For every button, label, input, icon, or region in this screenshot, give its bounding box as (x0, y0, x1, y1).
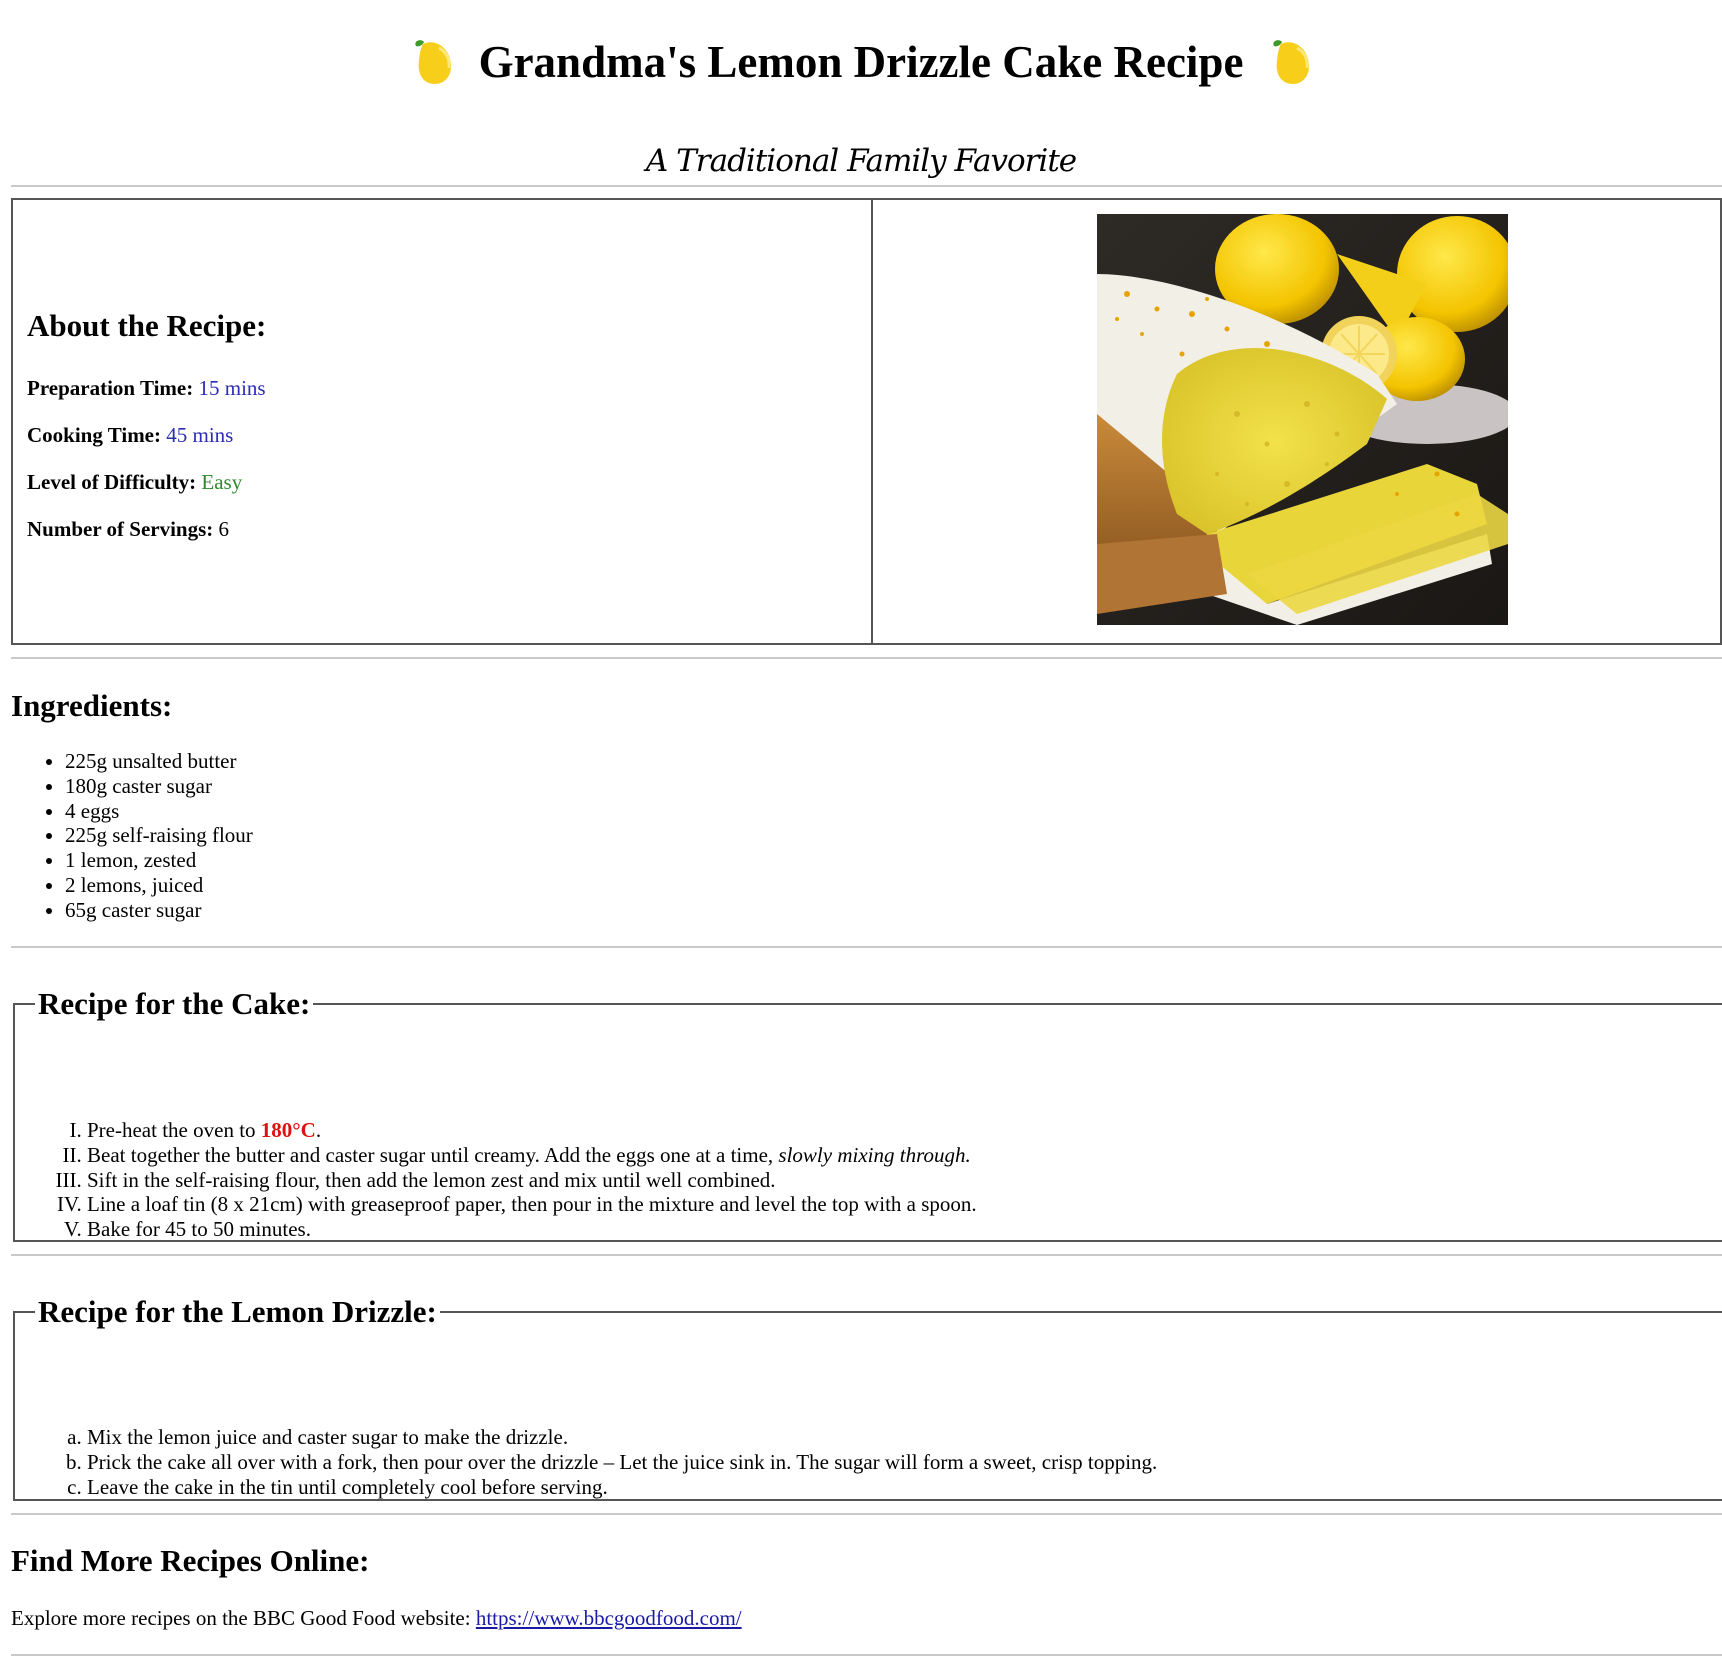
drizzle-recipe-legend: Recipe for the Lemon Drizzle: (38, 1294, 437, 1329)
cake-steps-list: Pre-heat the oven to 180°C. Beat togethe… (15, 1118, 977, 1242)
cake-photo (1097, 214, 1508, 625)
ingredient-item: 1 lemon, zested (65, 848, 253, 873)
prep-time: Preparation Time: 15 mins (27, 376, 266, 401)
divider (11, 1254, 1722, 1256)
servings-label: Number of Servings: (27, 517, 214, 541)
cake-step: Bake for 45 to 50 minutes. (87, 1217, 977, 1242)
prep-time-value: 15 mins (198, 376, 266, 400)
cake-step: Pre-heat the oven to 180°C. (87, 1118, 977, 1143)
ingredient-item: 4 eggs (65, 799, 253, 824)
page: Grandma's Lemon Drizzle Cake Recipe A Tr… (11, 0, 1722, 1656)
page-title: Grandma's Lemon Drizzle Cake Recipe (0, 0, 1722, 92)
page-header: Grandma's Lemon Drizzle Cake Recipe A Tr… (0, 0, 1722, 183)
recipe-info-table: About the Recipe: Preparation Time: 15 m… (11, 198, 1722, 645)
page-subtitle: A Traditional Family Favorite (645, 143, 1077, 179)
ingredient-item: 225g unsalted butter (65, 749, 253, 774)
divider (11, 1654, 1722, 1656)
difficulty-label: Level of Difficulty: (27, 470, 197, 494)
footer-text-label: Explore more recipes on the BBC Good Foo… (11, 1606, 476, 1630)
cake-step-emphasis: slowly mixing through. (778, 1142, 971, 1167)
cook-time-label: Cooking Time: (27, 423, 161, 447)
cake-recipe-box: Recipe for the Cake: Pre-heat the oven t… (13, 986, 1722, 1242)
difficulty-value: Easy (201, 470, 243, 494)
cake-step: Sift in the self-raising flour, then add… (87, 1168, 977, 1193)
bbc-good-food-link[interactable]: https://www.bbcgoodfood.com/ (476, 1606, 742, 1630)
drizzle-steps-list: Mix the lemon juice and caster sugar to … (15, 1425, 1157, 1499)
drizzle-step: Leave the cake in the tin until complete… (87, 1475, 1157, 1500)
cake-step-text: . (315, 1118, 322, 1142)
lemon-icon (1273, 40, 1310, 84)
cook-time: Cooking Time: 45 mins (27, 423, 233, 448)
divider (11, 946, 1722, 948)
footer-text: Explore more recipes on the BBC Good Foo… (11, 1606, 742, 1631)
prep-time-label: Preparation Time: (27, 376, 194, 400)
oven-temperature: 180°C (260, 1118, 316, 1142)
cake-step: Beat together the butter and caster suga… (87, 1143, 977, 1168)
drizzle-step: Mix the lemon juice and caster sugar to … (87, 1425, 1157, 1450)
cake-step-text: Beat together the butter and caster suga… (87, 1142, 779, 1167)
drizzle-recipe-box: Recipe for the Lemon Drizzle: Mix the le… (13, 1294, 1722, 1501)
cake-recipe-legend: Recipe for the Cake: (38, 986, 311, 1021)
drizzle-step: Prick the cake all over with a fork, the… (87, 1450, 1157, 1475)
ingredients-list: 225g unsalted butter 180g caster sugar 4… (11, 749, 253, 923)
find-more-heading: Find More Recipes Online: (11, 1543, 370, 1578)
lemon-icon (414, 40, 451, 84)
cook-time-value: 45 mins (166, 423, 234, 447)
divider (11, 657, 1722, 659)
ingredient-item: 225g self-raising flour (65, 823, 253, 848)
ingredient-item: 2 lemons, juiced (65, 873, 253, 898)
servings-value: 6 (218, 517, 230, 541)
divider (11, 1513, 1722, 1515)
recipe-photo-cell (873, 200, 1720, 643)
servings: Number of Servings: 6 (27, 517, 229, 542)
cake-step: Line a loaf tin (8 x 21cm) with greasepr… (87, 1192, 977, 1217)
cake-step-text: Pre-heat the oven to (87, 1118, 261, 1142)
ingredients-heading: Ingredients: (11, 688, 173, 723)
about-heading: About the Recipe: (27, 308, 267, 343)
recipe-info-cell: About the Recipe: Preparation Time: 15 m… (13, 200, 873, 643)
divider (11, 185, 1722, 187)
difficulty: Level of Difficulty: Easy (27, 470, 242, 495)
page-title-text: Grandma's Lemon Drizzle Cake Recipe (478, 37, 1244, 87)
ingredient-item: 180g caster sugar (65, 774, 253, 799)
ingredient-item: 65g caster sugar (65, 898, 253, 923)
